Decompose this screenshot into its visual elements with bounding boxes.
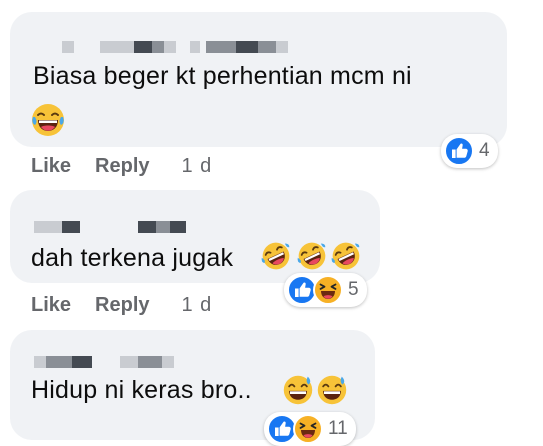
grinning-sweat-emoji: [282, 374, 314, 406]
reaction-count: 11: [328, 418, 348, 439]
rolling-laugh-emoji: [330, 240, 362, 272]
comment-text: Hidup ni keras bro..: [31, 376, 252, 404]
commenter-name-redacted[interactable]: [34, 220, 186, 234]
reaction-count: 4: [479, 140, 490, 161]
grinning-sweat-emoji: [316, 374, 348, 406]
comment-bubble-2: dah terkena jugak: [10, 190, 380, 283]
reply-button[interactable]: Reply: [95, 155, 149, 178]
commenter-name-redacted[interactable]: [62, 40, 288, 54]
like-button[interactable]: Like: [31, 155, 71, 178]
reaction-summary[interactable]: 11: [264, 412, 356, 446]
like-icon: [444, 136, 474, 166]
comment-timestamp[interactable]: 1 d: [182, 155, 213, 178]
reply-button[interactable]: Reply: [95, 294, 149, 317]
rolling-laugh-emoji: [296, 240, 328, 272]
comment-text: dah terkena jugak: [31, 244, 234, 272]
rolling-laugh-emoji: [260, 240, 292, 272]
haha-icon: [313, 275, 343, 305]
comment-text: Biasa beger kt perhentian mcm ni: [33, 62, 412, 90]
laugh-crying-emoji: [30, 102, 66, 138]
reaction-summary[interactable]: 5: [284, 273, 367, 307]
commenter-name-redacted[interactable]: [34, 355, 174, 369]
reaction-summary[interactable]: 4: [441, 134, 498, 168]
haha-icon: [293, 414, 323, 444]
like-button[interactable]: Like: [31, 294, 71, 317]
comment-actions: Like Reply 1 d: [31, 155, 212, 178]
reaction-count: 5: [348, 279, 359, 300]
comment-timestamp[interactable]: 1 d: [182, 294, 213, 317]
comment-bubble-1: Biasa beger kt perhentian mcm ni: [10, 12, 507, 147]
comment-actions: Like Reply 1 d: [31, 294, 212, 317]
